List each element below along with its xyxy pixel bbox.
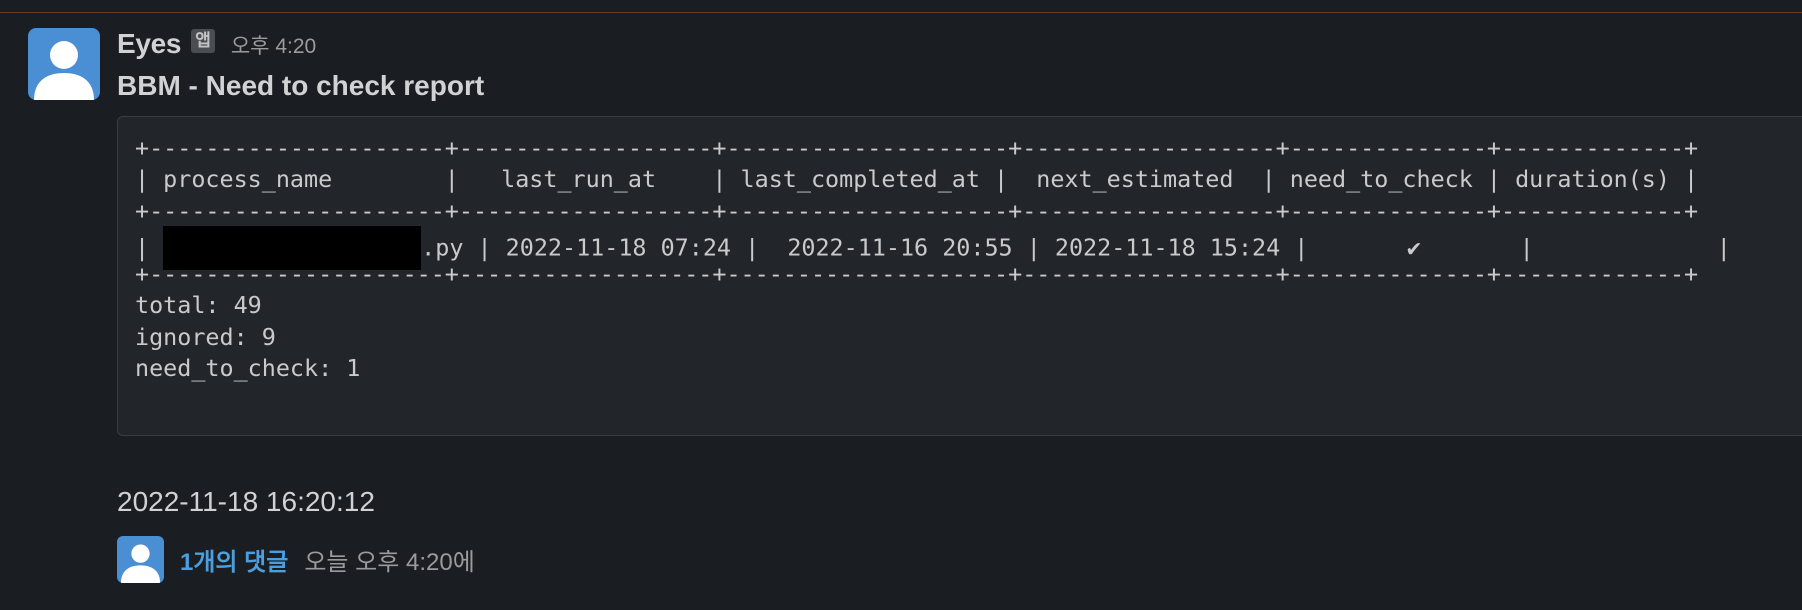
app-badge: 앱 <box>191 29 215 53</box>
table-border-bottom: +---------------------+-----------------… <box>135 260 1699 288</box>
sender-name[interactable]: Eyes <box>117 28 182 60</box>
reply-avatar-icon[interactable] <box>117 535 164 583</box>
table-header-row: | process_name | last_run_at | last_comp… <box>135 165 1699 193</box>
summary-need-to-check: need_to_check: 1 <box>135 354 361 382</box>
row-rest: .py | 2022-11-18 07:24 | 2022-11-16 20:5… <box>421 233 1731 262</box>
code-block: +---------------------+-----------------… <box>117 116 1802 436</box>
row-prefix: | <box>135 233 164 262</box>
message-time[interactable]: 오후 4:20 <box>231 30 316 60</box>
message-title: BBM - Need to check report <box>117 70 485 101</box>
report-timestamp: 2022-11-18 16:20:12 <box>117 486 375 517</box>
table-row: | .py | 2022-11-18 07:24 | 2022-11-16 20… <box>135 226 1731 270</box>
message-header: Eyes 앱 오후 4:20 <box>117 26 316 62</box>
reply-time: 오늘 오후 4:20에 <box>304 548 475 576</box>
summary-ignored: ignored: 9 <box>135 323 276 351</box>
table-border-mid: +---------------------+-----------------… <box>135 197 1699 225</box>
table-border-top: +---------------------+-----------------… <box>135 134 1699 162</box>
summary-total: total: 49 <box>135 291 262 319</box>
chat-message: Eyes 앱 오후 4:20 BBM - Need to check repor… <box>0 13 1802 610</box>
thread-replies[interactable]: 1개의 댓글 오늘 오후 4:20에 <box>117 535 475 583</box>
user-avatar-icon[interactable] <box>28 28 100 100</box>
reply-count-link[interactable]: 1개의 댓글 <box>180 542 288 577</box>
